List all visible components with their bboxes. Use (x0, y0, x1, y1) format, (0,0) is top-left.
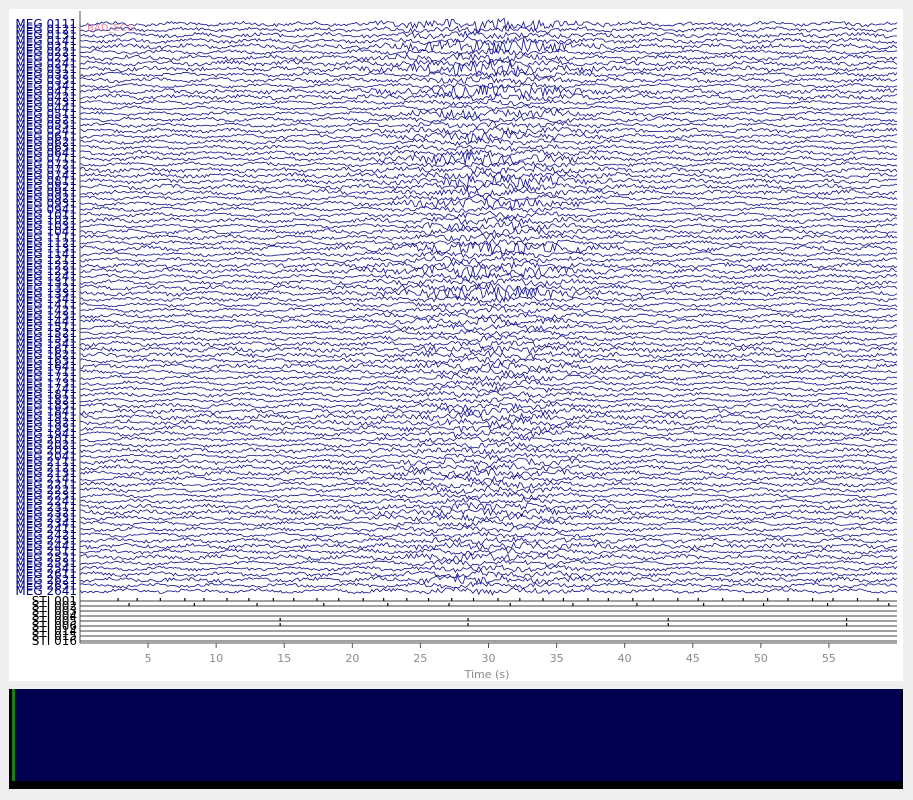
meg-trace (79, 541, 898, 551)
meg-trace (79, 301, 898, 309)
meg-trace (79, 205, 898, 214)
meg-trace (79, 227, 898, 237)
meg-trace (79, 446, 898, 455)
x-tick-label: 50 (754, 652, 768, 665)
meg-trace (79, 468, 898, 478)
raw-traces-plot[interactable]: MEG 0111MEG 0121MEG 0131MEG 0141MEG 0211… (9, 9, 903, 681)
meg-trace (79, 340, 898, 349)
x-tick-label: 10 (209, 652, 223, 665)
meg-trace (79, 581, 898, 590)
meg-trace (79, 379, 898, 388)
meg-traces (79, 17, 898, 596)
raw-plot-panel: MEG 0111 MEG 0121 MEG 0131 MEG 0141 MEG 0211… (9, 9, 903, 681)
meg-trace (79, 260, 898, 271)
x-tick-label: 35 (550, 652, 564, 665)
x-tick-label: 20 (345, 652, 359, 665)
meg-trace (79, 474, 898, 484)
x-tick-label: 15 (277, 652, 291, 665)
meg-trace (79, 58, 898, 68)
meg-trace (79, 25, 898, 34)
x-axis-label: Time (s) (464, 668, 510, 681)
meg-trace (79, 491, 898, 500)
meg-trace (79, 322, 898, 332)
meg-trace (79, 69, 898, 79)
meg-trace (79, 115, 898, 124)
meg-trace (79, 507, 898, 518)
meg-trace (79, 282, 898, 293)
meg-trace (80, 519, 898, 528)
meg-trace (79, 329, 898, 337)
meg-trace (79, 48, 898, 57)
meg-trace (79, 232, 898, 242)
stim-traces (80, 598, 897, 642)
meg-trace (79, 530, 898, 539)
meg-trace (79, 220, 898, 232)
meg-trace (79, 193, 898, 202)
meg-trace (79, 452, 898, 461)
x-tick-label: 40 (618, 652, 632, 665)
meg-trace (79, 126, 898, 136)
meg-trace (79, 559, 898, 567)
meg-trace (79, 250, 898, 259)
meg-trace (79, 536, 898, 546)
meg-trace (79, 255, 898, 265)
meg-trace (79, 30, 898, 40)
meg-trace (79, 485, 898, 495)
meg-trace (79, 38, 898, 55)
meg-trace (79, 316, 898, 326)
meg-trace (79, 52, 898, 64)
meg-trace (79, 552, 898, 562)
channel-labels: MEG 0111MEG 0121MEG 0131MEG 0141MEG 0211… (15, 17, 77, 648)
meg-trace (79, 429, 898, 439)
meg-trace (79, 586, 898, 596)
meg-trace (79, 441, 898, 449)
meg-trace (79, 210, 898, 219)
channel-label[interactable]: STI 016 (32, 634, 77, 648)
x-tick-label: 30 (482, 652, 496, 665)
meg-trace (80, 143, 898, 153)
scrollbar-region[interactable] (12, 689, 901, 781)
annotation-label: BAD_ECG (87, 23, 134, 34)
meg-trace (79, 238, 898, 248)
meg-trace (79, 396, 898, 404)
meg-trace (79, 373, 898, 382)
meg-trace (79, 182, 898, 192)
meg-trace (80, 435, 898, 443)
meg-trace (79, 295, 898, 304)
meg-trace (79, 462, 898, 473)
meg-trace (79, 160, 898, 168)
meg-trace (79, 272, 898, 282)
meg-trace (79, 457, 898, 467)
meg-trace (79, 568, 898, 579)
meg-trace (79, 120, 898, 129)
meg-trace (79, 361, 898, 372)
meg-trace (79, 108, 898, 120)
meg-trace (79, 496, 898, 505)
scrollbar-cursor[interactable] (12, 689, 15, 781)
meg-trace (79, 104, 898, 112)
x-tick-label: 45 (686, 652, 700, 665)
meg-trace (79, 170, 898, 181)
meg-trace (79, 564, 898, 573)
x-axis-ticks: 5 10 15 20 25 30 35 40 45 50 55 (145, 643, 836, 665)
meg-trace (79, 478, 898, 489)
x-tick-label: 25 (413, 652, 427, 665)
time-scrollbar[interactable] (9, 689, 903, 789)
meg-trace (79, 384, 898, 394)
meg-trace (79, 98, 898, 107)
meg-trace (79, 277, 898, 287)
x-tick-label: 5 (145, 652, 152, 665)
meg-trace (79, 306, 898, 316)
meg-trace (79, 216, 898, 226)
meg-trace (79, 423, 898, 434)
x-tick-label: 55 (822, 652, 836, 665)
